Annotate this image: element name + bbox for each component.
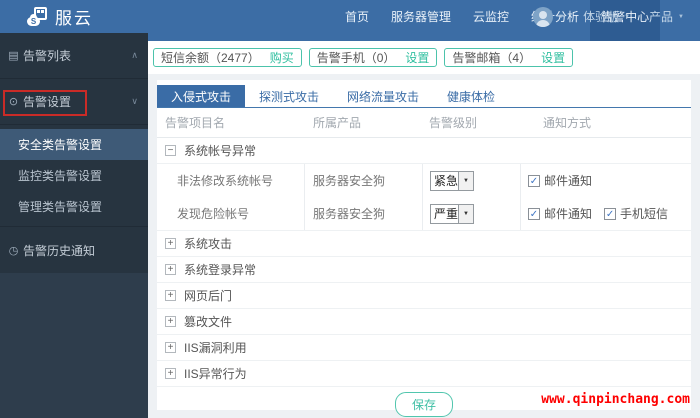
nav-item-cloud-monitor[interactable]: 云监控 (462, 0, 520, 41)
tab-probe-attack[interactable]: 探测式攻击 (245, 85, 333, 107)
sidebar-item-management-alerts[interactable]: 管理类告警设置 (0, 191, 148, 222)
sidebar-item-alert-list[interactable]: ▤ 告警列表 ∧ (0, 33, 148, 79)
col-header-level: 告警级别 (429, 116, 478, 130)
expand-icon[interactable]: + (165, 368, 176, 379)
content-panel: 入侵式攻击 探测式攻击 网络流量攻击 健康体检 告警项目名 所属产品 告警级别 … (157, 80, 691, 417)
nav-item-home[interactable]: 首页 (334, 0, 380, 41)
buy-sms-link[interactable]: 购买 (270, 49, 294, 66)
sidebar-item-alert-settings[interactable]: ⊙ 告警设置 ∨ (0, 79, 148, 125)
brand-name: 服云 (55, 9, 93, 28)
group-row-system-account[interactable]: − 系统帐号异常 (157, 138, 691, 164)
expand-icon[interactable]: + (165, 264, 176, 275)
sidebar-submenu: 安全类告警设置 监控类告警设置 管理类告警设置 (0, 125, 148, 227)
topbar-info-strip: 短信余额（2477） 购买 告警手机（0） 设置 告警邮箱（4） 设置 (148, 41, 700, 74)
attack-type-tabs: 入侵式攻击 探测式攻击 网络流量攻击 健康体检 (157, 85, 691, 108)
email-notify-checkbox[interactable]: ✓ (528, 174, 540, 187)
cloud-logo-icon: S (27, 7, 48, 26)
group-row-system-attack[interactable]: + 系统攻击 (157, 231, 691, 257)
sidebar-item-alert-history[interactable]: ◷ 告警历史通知 (0, 227, 148, 273)
table-row: 非法修改系统帐号 服务器安全狗 紧急 ▼ ✓ 邮件通知 (157, 164, 691, 197)
chevron-down-icon: ∨ (131, 96, 138, 106)
sms-notify-checkbox[interactable]: ✓ (604, 207, 617, 220)
sidebar-item-label: 告警设置 (23, 95, 72, 109)
list-icon: ▤ (8, 50, 19, 62)
level-select[interactable]: 严重 ▼ (430, 203, 474, 224)
tab-health-check[interactable]: 健康体检 (433, 85, 509, 107)
group-row-login-anomaly[interactable]: + 系统登录异常 (157, 257, 691, 283)
set-email-link[interactable]: 设置 (541, 49, 565, 66)
expand-icon[interactable]: + (165, 342, 176, 353)
email-notify-checkbox[interactable]: ✓ (528, 207, 540, 220)
col-header-product: 所属产品 (313, 116, 362, 130)
sidebar-item-label: 告警列表 (23, 49, 72, 63)
alert-item-name: 发现危险帐号 (157, 197, 305, 230)
products-caret-icon: ▼ (678, 13, 684, 20)
group-row-web-backdoor[interactable]: + 网页后门 (157, 283, 691, 309)
group-row-iis-exploit[interactable]: + IIS漏洞利用 (157, 335, 691, 361)
sidebar-item-security-alerts[interactable]: 安全类告警设置 (0, 129, 148, 160)
user-avatar[interactable] (533, 6, 554, 27)
sidebar-item-monitor-alerts[interactable]: 监控类告警设置 (0, 160, 148, 191)
nav-item-server-mgmt[interactable]: 服务器管理 (380, 0, 462, 41)
chevron-up-icon: ∧ (131, 50, 138, 60)
table-row: 发现危险帐号 服务器安全狗 严重 ▼ ✓ 邮件通知 ✓ 手机短信 (157, 197, 691, 230)
expand-icon[interactable]: + (165, 290, 176, 301)
nav-link-products[interactable]: 产品 (649, 8, 673, 25)
tab-network-traffic-attack[interactable]: 网络流量攻击 (333, 85, 433, 107)
avatar-caret-icon: ▼ (558, 13, 565, 20)
sidebar-item-label: 告警历史通知 (23, 243, 96, 258)
sms-balance-label: 短信余额（2477） (161, 51, 260, 65)
select-arrow-icon[interactable]: ▼ (458, 204, 473, 223)
collapse-icon[interactable]: − (165, 145, 176, 156)
group-row-file-tamper[interactable]: + 篡改文件 (157, 309, 691, 335)
table-header: 告警项目名 所属产品 告警级别 通知方式 (157, 108, 691, 138)
tab-intrusion-attack[interactable]: 入侵式攻击 (157, 85, 246, 107)
select-arrow-icon[interactable]: ▼ (458, 171, 473, 190)
trial-caret-icon: ▼ (624, 13, 631, 20)
alert-product: 服务器安全狗 (305, 197, 423, 230)
expand-icon[interactable]: + (165, 316, 176, 327)
level-select[interactable]: 紧急 ▼ (430, 170, 474, 191)
set-phone-link[interactable]: 设置 (405, 49, 429, 66)
navbar-right: ▼ 体验版 ▼ 产品 ▼ (533, 0, 692, 41)
history-icon: ◷ (8, 244, 19, 257)
group-children: 非法修改系统帐号 服务器安全狗 紧急 ▼ ✓ 邮件通知 发现危险帐号 服务器安全… (157, 164, 691, 231)
site-watermark: www.qinpinchang.com (541, 392, 690, 407)
settings-icon: ⊙ (8, 96, 19, 108)
sidebar: ▤ 告警列表 ∧ ⊙ 告警设置 ∨ 安全类告警设置 监控类告警设置 管理类告警设… (0, 33, 148, 418)
save-button[interactable]: 保存 (394, 392, 453, 417)
alert-item-name: 非法修改系统帐号 (157, 164, 305, 197)
alert-phone-box: 告警手机（0） 设置 (308, 48, 438, 67)
sms-balance-box: 短信余额（2477） 购买 (153, 48, 302, 67)
sidebar-menu: ▤ 告警列表 ∧ ⊙ 告警设置 ∨ 安全类告警设置 监控类告警设置 管理类告警设… (0, 33, 148, 273)
alert-email-box: 告警邮箱（4） 设置 (444, 48, 574, 67)
brand[interactable]: S 服云 (27, 0, 93, 33)
alert-product: 服务器安全狗 (305, 164, 423, 197)
col-header-item-name: 告警项目名 (165, 116, 226, 130)
alert-phone-label: 告警手机（0） (316, 51, 396, 65)
group-row-iis-anomaly[interactable]: + IIS异常行为 (157, 361, 691, 387)
nav-link-trial[interactable]: 体验版 (583, 8, 619, 25)
alert-email-label: 告警邮箱（4） (452, 51, 532, 65)
expand-icon[interactable]: + (165, 238, 176, 249)
col-header-notify: 通知方式 (543, 116, 592, 130)
